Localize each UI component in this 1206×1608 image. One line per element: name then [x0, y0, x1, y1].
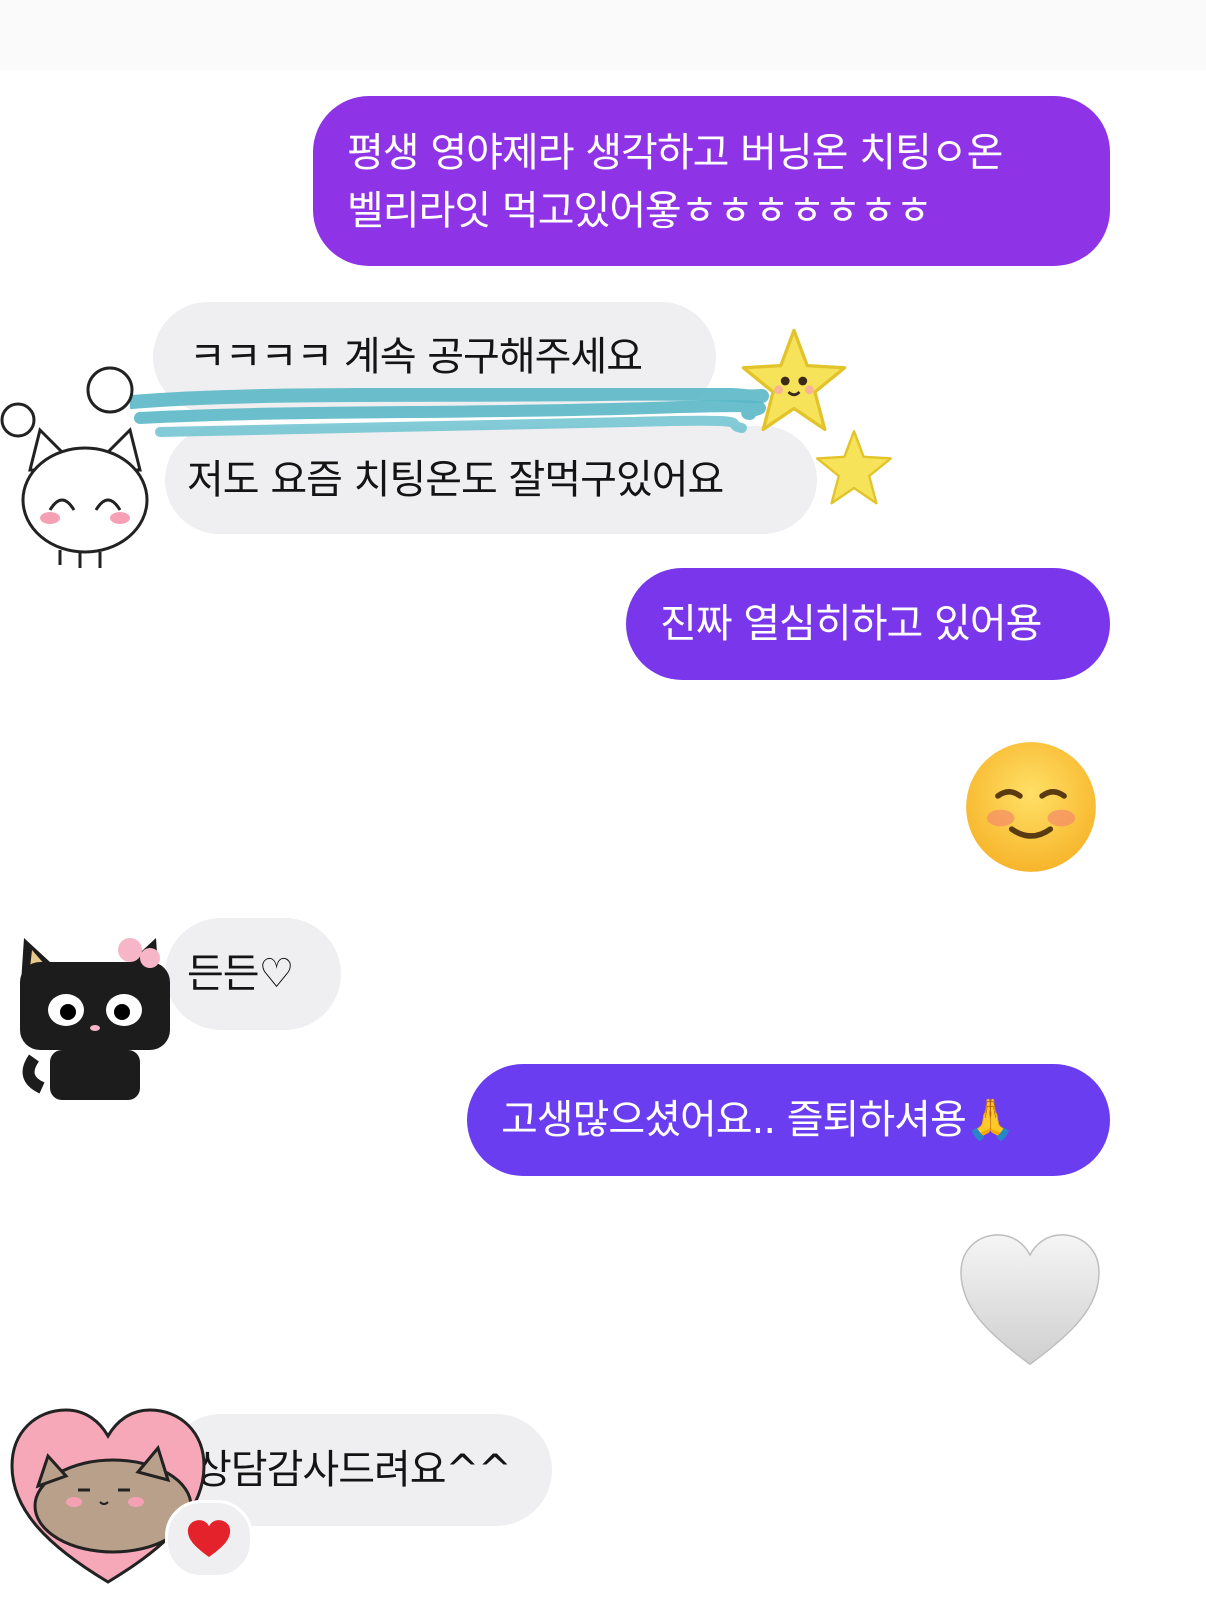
star-sticker [741, 328, 847, 432]
star-sticker [816, 430, 892, 505]
white-cat-sticker [0, 366, 149, 568]
top-bar [0, 0, 1206, 70]
received-message-bubble[interactable]: 든든♡ [165, 918, 341, 1030]
red-heart-icon [187, 1520, 231, 1558]
smiling-face-emoji[interactable] [962, 738, 1100, 876]
scribble-overlay [130, 388, 769, 437]
sent-message-bubble[interactable]: 진짜 열심히하고 있어용 [626, 568, 1110, 680]
white-heart-emoji[interactable] [958, 1232, 1102, 1370]
sent-message-bubble[interactable]: 고생많으셨어요.. 즐퇴하셔용🙏 [467, 1064, 1110, 1176]
black-cat-sticker [20, 938, 170, 1100]
red-heart-reaction[interactable] [165, 1500, 253, 1578]
sent-message-bubble[interactable]: 평생 영야제라 생각하고 버닝온 치팅ㅇ온 벨리라잇 먹고있어욯ㅎㅎㅎㅎㅎㅎㅎ [313, 96, 1110, 266]
